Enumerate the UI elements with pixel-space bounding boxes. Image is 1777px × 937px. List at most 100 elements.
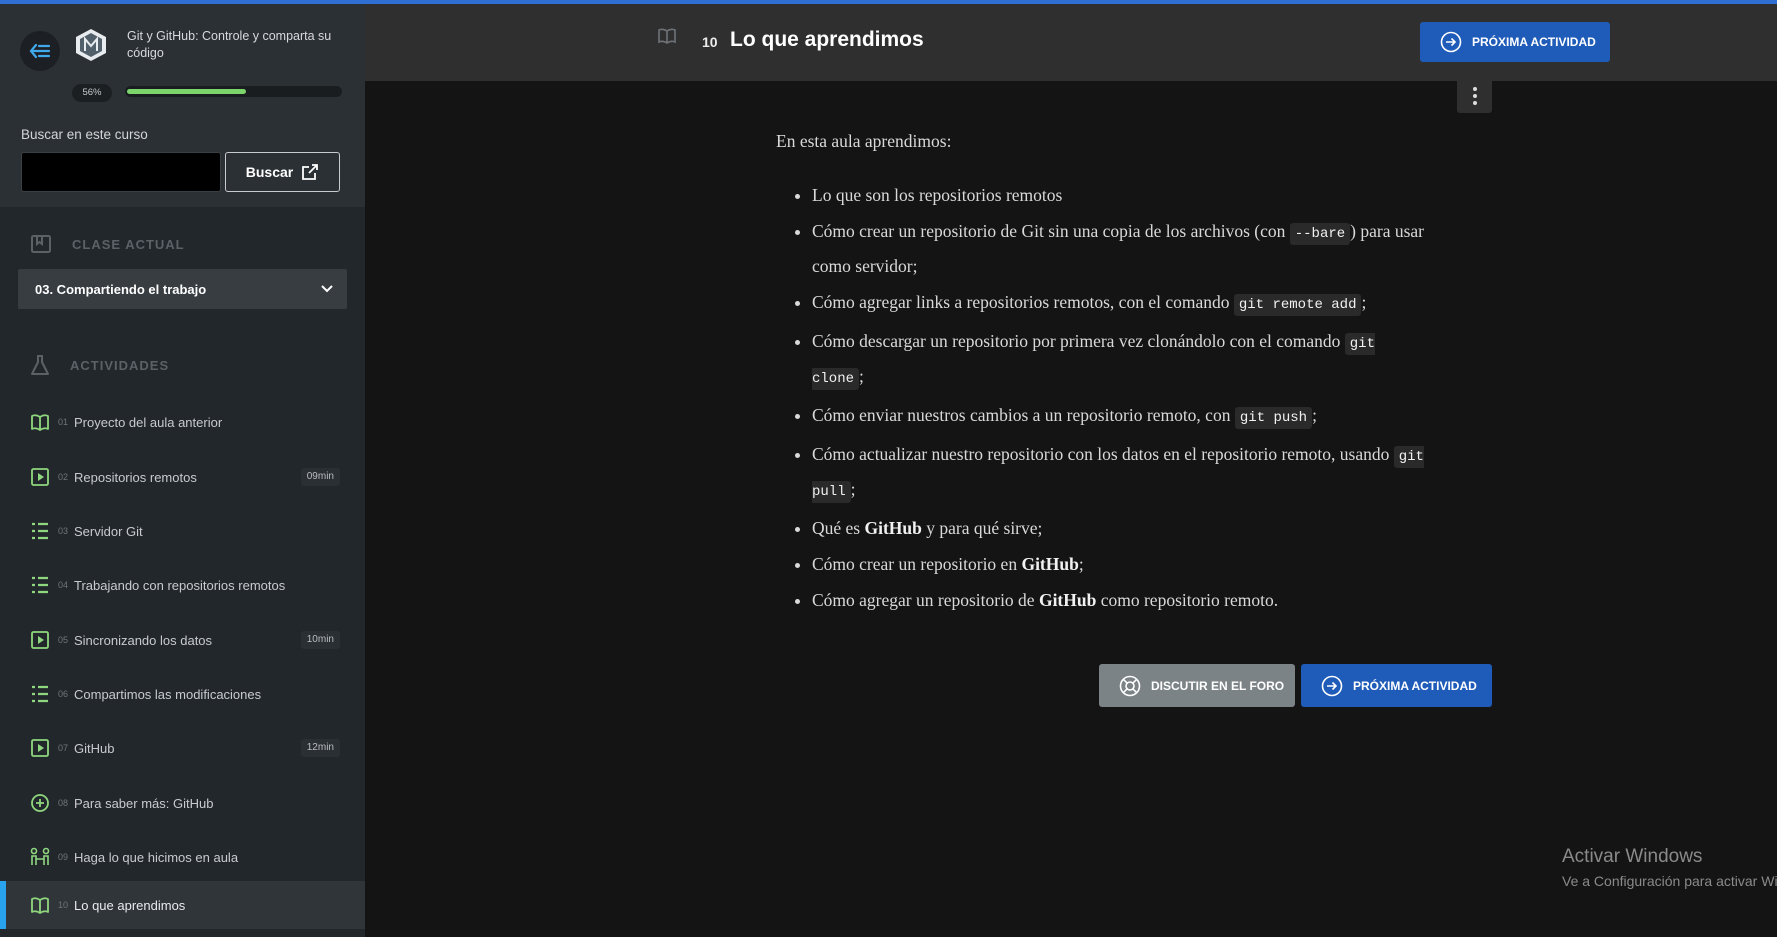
watermark-title: Activar Windows	[1562, 846, 1703, 867]
inline-code: --bare	[1289, 223, 1351, 245]
discuss-forum-button[interactable]: DISCUTIR EN EL FORO	[1099, 664, 1295, 707]
activity-duration: 12min	[300, 739, 340, 757]
search-label: Buscar en este curso	[21, 127, 148, 142]
sidebar: Git y GitHub: Controle y comparta su cód…	[0, 4, 365, 937]
sidebar-header: Git y GitHub: Controle y comparta su cód…	[0, 4, 365, 207]
search-input[interactable]	[21, 152, 221, 192]
activity-item-04[interactable]: 04 Trabajando con repositorios remotos	[0, 561, 365, 609]
activity-number: 03	[58, 526, 69, 536]
next-activity-label: PRÓXIMA ACTIVIDAD	[1353, 678, 1477, 693]
course-logo-icon	[76, 29, 106, 61]
lesson-header: 10 Lo que aprendimos PRÓXIMA ACTIVIDAD	[365, 4, 1777, 81]
plus-circle-icon	[31, 794, 49, 812]
practice-icon	[30, 847, 50, 865]
activity-number: 01	[58, 417, 69, 427]
activity-item-03[interactable]: 03 Servidor Git	[0, 507, 365, 555]
activities-heading-text: ACTIVIDADES	[70, 357, 170, 373]
activity-number: 02	[58, 472, 69, 482]
progress-bar	[125, 86, 342, 97]
course-title: Git y GitHub: Controle y comparta su cód…	[127, 29, 332, 60]
list-item: Cómo actualizar nuestro repositorio con …	[812, 438, 1426, 508]
windows-activation-watermark: Activar Windows Ve a Configuración para …	[1562, 846, 1777, 889]
activity-label: Compartimos las modificaciones	[74, 686, 262, 702]
list-item: Cómo enviar nuestros cambios a un reposi…	[812, 399, 1426, 434]
discuss-forum-label: DISCUTIR EN EL FORO	[1151, 678, 1285, 693]
current-class-heading-text: CLASE ACTUAL	[72, 236, 185, 252]
next-activity-label: PRÓXIMA ACTIVIDAD	[1472, 35, 1596, 49]
lesson-content: En esta aula aprendimos: Lo que son los …	[776, 130, 1426, 620]
activity-number: 07	[58, 743, 69, 753]
list-item: Cómo descargar un repositorio por primer…	[812, 325, 1426, 395]
more-options-button[interactable]	[1457, 79, 1492, 113]
activity-label: Proyecto del aula anterior	[74, 414, 223, 430]
video-icon	[31, 739, 49, 757]
next-activity-button[interactable]: PRÓXIMA ACTIVIDAD	[1420, 22, 1610, 62]
activity-duration: 09min	[300, 468, 340, 486]
list-item: Lo que son los repositorios remotos	[812, 179, 1426, 211]
next-activity-button-bottom[interactable]: PRÓXIMA ACTIVIDAD	[1301, 664, 1492, 707]
activity-label: Trabajando con repositorios remotos	[74, 577, 286, 593]
class-select[interactable]: 03. Compartiendo el trabajo	[18, 269, 347, 309]
learning-list: Lo que son los repositorios remotos Cómo…	[776, 179, 1426, 616]
list-icon	[32, 685, 48, 703]
back-button[interactable]	[20, 31, 60, 71]
activity-item-02[interactable]: 02 Repositorios remotos 09min	[0, 453, 365, 501]
activity-number: 05	[58, 635, 69, 645]
list-icon	[32, 522, 48, 540]
list-item: Cómo agregar links a repositorios remoto…	[812, 286, 1426, 321]
activity-number: 06	[58, 689, 69, 699]
video-icon	[31, 468, 49, 486]
progress-percent: 56%	[72, 84, 112, 102]
flask-icon	[31, 355, 49, 375]
search-button-label: Buscar	[245, 164, 294, 180]
activity-item-05[interactable]: 05 Sincronizando los datos 10min	[0, 616, 365, 664]
class-select-value: 03. Compartiendo el trabajo	[35, 281, 207, 297]
class-book-icon	[31, 235, 51, 253]
activity-number: 08	[58, 798, 69, 808]
book-icon	[658, 28, 676, 44]
activity-item-08[interactable]: 08 Para saber más: GitHub	[0, 779, 365, 827]
lifebuoy-icon	[1119, 675, 1141, 696]
activity-item-01[interactable]: 01 Proyecto del aula anterior	[0, 398, 365, 446]
list-item: Qué es GitHub y para qué sirve;	[812, 512, 1426, 544]
activity-label: GitHub	[74, 740, 115, 756]
back-arrow-icon	[29, 43, 51, 59]
activity-label: Para saber más: GitHub	[74, 795, 214, 811]
activities-heading: ACTIVIDADES	[30, 354, 169, 376]
external-link-icon	[302, 164, 319, 180]
arrow-circle-right-icon	[1440, 31, 1462, 53]
list-item: Cómo agregar un repositorio de GitHub co…	[812, 584, 1426, 616]
book-open-icon	[31, 897, 49, 914]
watermark-subtitle: Ve a Configuración para activar Windows.	[1562, 873, 1777, 889]
current-class-heading: CLASE ACTUAL	[30, 234, 185, 254]
progress-bar-fill	[127, 89, 247, 94]
page-title: Lo que aprendimos	[730, 28, 924, 51]
footer-buttons: DISCUTIR EN EL FORO PRÓXIMA ACTIVIDAD	[1099, 664, 1492, 707]
activity-item-09[interactable]: 09 Haga lo que hicimos en aula	[0, 833, 365, 881]
activity-duration: 10min	[300, 631, 340, 649]
activity-label: Repositorios remotos	[74, 469, 197, 485]
activity-item-07[interactable]: 07 GitHub 12min	[0, 724, 365, 772]
list-item: Cómo crear un repositorio en GitHub;	[812, 548, 1426, 580]
list-icon	[32, 576, 48, 594]
activity-number: 04	[58, 580, 69, 590]
activity-label: Sincronizando los datos	[74, 632, 213, 648]
activity-label: Haga lo que hicimos en aula	[74, 849, 239, 865]
activity-number: 10	[58, 900, 69, 910]
lesson-number: 10	[702, 34, 718, 50]
arrow-circle-right-icon	[1321, 675, 1343, 696]
book-open-icon	[31, 414, 49, 431]
active-marker	[0, 881, 6, 929]
chevron-down-icon	[321, 285, 333, 293]
inline-code: git remote add	[1233, 294, 1362, 316]
activity-label: Lo que aprendimos	[74, 897, 186, 913]
activity-item-06[interactable]: 06 Compartimos las modificaciones	[0, 670, 365, 718]
activity-label: Servidor Git	[74, 523, 143, 539]
activity-number: 09	[58, 852, 69, 862]
search-button[interactable]: Buscar	[225, 152, 340, 192]
intro-text: En esta aula aprendimos:	[776, 131, 952, 151]
list-item: Cómo crear un repositorio de Git sin una…	[812, 215, 1426, 282]
activity-item-10[interactable]: 10 Lo que aprendimos	[0, 881, 365, 929]
video-icon	[31, 631, 49, 649]
inline-code: git push	[1234, 407, 1313, 429]
